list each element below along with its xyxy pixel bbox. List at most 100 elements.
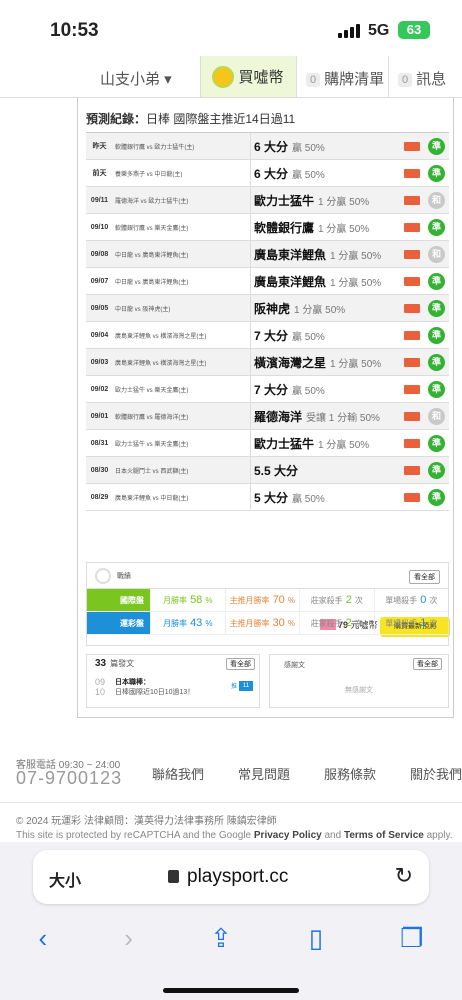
row-date: 09/02 — [90, 385, 109, 393]
row-game: 廣島東洋鯉魚 vs 中日龍(主) — [115, 495, 189, 502]
table-row[interactable]: 前天 養樂多燕子 vs 中日龍(主) 6 大分贏 50% 準 — [86, 160, 449, 187]
hotline-phone[interactable]: 07-9700123 — [16, 768, 122, 789]
detail-icon[interactable] — [404, 330, 420, 340]
row-pick: 6 大分贏 50% — [250, 133, 404, 159]
row-pick: 歐力士猛牛 1 分贏 50% — [250, 187, 404, 213]
result-badge: 準 — [428, 380, 445, 398]
thanks-view-all[interactable]: 看全部 — [413, 658, 442, 670]
row-pick: 軟體銀行鷹 1 分贏 50% — [250, 214, 404, 240]
row-date: 09/11 — [90, 196, 109, 204]
network-label: 5G — [368, 22, 390, 39]
buy-coin-label: 買噓幣 — [238, 69, 284, 86]
message-link[interactable]: 0 訊息 — [398, 68, 446, 89]
home-indicator — [163, 988, 299, 993]
table-row[interactable]: 09/05 中日龍 vs 阪神虎(主) 阪神虎 1 分贏 50% 準 — [86, 295, 449, 322]
cart-label: 購牌清單 — [324, 71, 385, 88]
tabs-icon[interactable]: ❐ — [400, 923, 423, 954]
panel-title: 預測紀錄：日棒 國際盤主推近14日過11 — [86, 112, 296, 126]
terms-link[interactable]: Terms of Service — [344, 830, 424, 841]
table-row[interactable]: 09/10 軟體銀行鷹 vs 樂天金鷹(主) 軟體銀行鷹 1 分贏 50% 準 — [86, 214, 449, 241]
posts-count: 33 — [95, 658, 107, 669]
detail-icon[interactable] — [404, 465, 420, 475]
footer-link-about[interactable]: 關於我們 — [410, 764, 462, 783]
row-pick: 廣島東洋鯉魚 1 分贏 50% — [250, 268, 404, 294]
address-bar[interactable]: 大小 playsport.cc ↻ — [33, 850, 429, 904]
table-row[interactable]: 08/30 日本火腿鬥士 vs 西武獅(主) 5.5 大分 準 — [86, 457, 449, 484]
detail-icon[interactable] — [404, 492, 420, 502]
result-badge: 和 — [428, 245, 445, 263]
posts-view-all[interactable]: 看全部 — [226, 658, 255, 670]
row-game: 歐力士猛牛 vs 樂天金鷹(主) — [115, 441, 189, 448]
detail-icon[interactable] — [404, 195, 420, 205]
table-row[interactable]: 09/07 中日龍 vs 廣島東洋鯉魚(主) 廣島東洋鯉魚 1 分贏 50% 準 — [86, 268, 449, 295]
thanks-empty: 無感謝文 — [345, 687, 373, 694]
row-game: 軟體銀行鷹 vs 樂天金鷹(主) — [115, 225, 189, 232]
row-date: 09/08 — [90, 250, 109, 258]
post-push-label: 推 — [231, 684, 238, 690]
share-icon[interactable]: ⇪ — [210, 923, 232, 954]
footer-link-terms[interactable]: 服務條款 — [324, 764, 376, 783]
row-date: 09/01 — [90, 412, 109, 420]
table-row[interactable]: 昨天 軟體銀行鷹 vs 歐力士猛牛(主) 6 大分贏 50% 準 — [86, 133, 449, 160]
row-pick: 廣島東洋鯉魚 1 分贏 50% — [250, 241, 404, 267]
row-date: 09/07 — [90, 277, 109, 285]
result-badge: 準 — [428, 137, 445, 155]
table-row[interactable]: 09/02 歐力士猛牛 vs 樂天金鷹(主) 7 大分贏 50% 準 — [86, 376, 449, 403]
detail-icon[interactable] — [404, 303, 420, 313]
recaptcha-note: This site is protected by reCAPTCHA and … — [16, 830, 453, 841]
stats-view-all[interactable]: 看全部 — [409, 570, 440, 584]
back-icon[interactable]: ‹ — [39, 923, 48, 954]
table-row[interactable]: 09/03 廣島東洋鯉魚 vs 橫濱海灣之星(主) 橫濱海灣之星 1 分贏 50%… — [86, 349, 449, 376]
detail-icon[interactable] — [404, 141, 420, 151]
detail-icon[interactable] — [404, 357, 420, 367]
row-pick: 羅德海洋 受讓 1 分輸 50% — [250, 403, 404, 429]
row-game: 養樂多燕子 vs 中日龍(主) — [115, 171, 183, 178]
message-label: 訊息 — [416, 71, 447, 88]
coin-icon — [212, 65, 235, 88]
bookmarks-icon[interactable]: ▯ — [309, 923, 323, 954]
post-item[interactable]: 09 10 日本職棒： 日棒國際近10日10過13！ — [95, 677, 194, 697]
table-row[interactable]: 08/31 歐力士猛牛 vs 樂天金鷹(主) 歐力士猛牛 1 分贏 50% 準 — [86, 430, 449, 457]
result-badge: 準 — [428, 164, 445, 182]
row-game: 廣島東洋鯉魚 vs 橫濱海灣之星(主) — [115, 333, 207, 340]
buy-coin-button[interactable]: 買噓幣 — [200, 56, 296, 97]
row-date: 08/30 — [90, 466, 109, 474]
detail-icon[interactable] — [404, 438, 420, 448]
table-row[interactable]: 09/04 廣島東洋鯉魚 vs 橫濱海灣之星(主) 7 大分贏 50% 準 — [86, 322, 449, 349]
result-badge: 準 — [428, 218, 445, 236]
detail-icon[interactable] — [404, 168, 420, 178]
stats-box: 戰績 看全部 國際盤 月勝率 58% 主推月勝率 70% 莊家殺手 2 次 單場殺手 0 次… — [86, 562, 449, 646]
detail-icon[interactable] — [404, 249, 420, 259]
top-nav: 山支小弟 ▾ 買噓幣 0 購牌清單 0 訊息 — [0, 56, 462, 98]
row-pick: 橫濱海灣之星 1 分贏 50% — [250, 349, 404, 375]
footer-link-faq[interactable]: 常見問題 — [238, 764, 290, 783]
detail-icon[interactable] — [404, 222, 420, 232]
detail-icon[interactable] — [404, 384, 420, 394]
table-row[interactable]: 08/29 廣島東洋鯉魚 vs 中日龍(主) 5 大分贏 50% 準 — [86, 484, 449, 511]
row-pick: 歐力士猛牛 1 分贏 50% — [250, 430, 404, 456]
posts-box: 33 篇發文 看全部 09 10 日本職棒： 日棒國際近10日10過13！ 推 11 — [86, 654, 260, 708]
cart-link[interactable]: 0 購牌清單 — [306, 68, 384, 89]
detail-icon[interactable] — [404, 276, 420, 286]
clock: 10:53 — [50, 20, 99, 41]
copyright: © 2024 玩運彩 法律顧問：漢英得力法律事務所 陳鎮宏律師 — [16, 816, 277, 827]
result-badge: 和 — [428, 191, 445, 209]
table-row[interactable]: 09/08 中日龍 vs 廣島東洋鯉魚(主) 廣島東洋鯉魚 1 分贏 50% 和 — [86, 241, 449, 268]
privacy-link[interactable]: Privacy Policy — [254, 830, 322, 841]
row-game: 羅德海洋 vs 歐力士猛牛(主) — [115, 198, 189, 205]
result-badge: 準 — [428, 434, 445, 452]
result-badge: 準 — [428, 353, 445, 371]
footer-link-contact[interactable]: 聯絡我們 — [152, 764, 204, 783]
row-pick: 7 大分贏 50% — [250, 376, 404, 402]
prediction-table: 昨天 軟體銀行鷹 vs 歐力士猛牛(主) 6 大分贏 50% 準前天 養樂多燕子… — [86, 132, 449, 511]
user-menu[interactable]: 山支小弟 ▾ — [100, 68, 172, 89]
table-row[interactable]: 09/11 羅德海洋 vs 歐力士猛牛(主) 歐力士猛牛 1 分贏 50% 和 — [86, 187, 449, 214]
thanks-box: 感謝文 看全部 無感謝文 — [269, 654, 449, 708]
forward-icon[interactable]: › — [124, 923, 133, 954]
result-badge: 準 — [428, 488, 445, 506]
table-row[interactable]: 09/01 軟體銀行鷹 vs 羅德海洋(主) 羅德海洋 受讓 1 分輸 50% 和 — [86, 403, 449, 430]
detail-icon[interactable] — [404, 411, 420, 421]
text-size-button[interactable]: 大小 — [49, 867, 81, 891]
row-date: 昨天 — [92, 143, 107, 150]
reload-icon[interactable]: ↻ — [395, 863, 413, 889]
